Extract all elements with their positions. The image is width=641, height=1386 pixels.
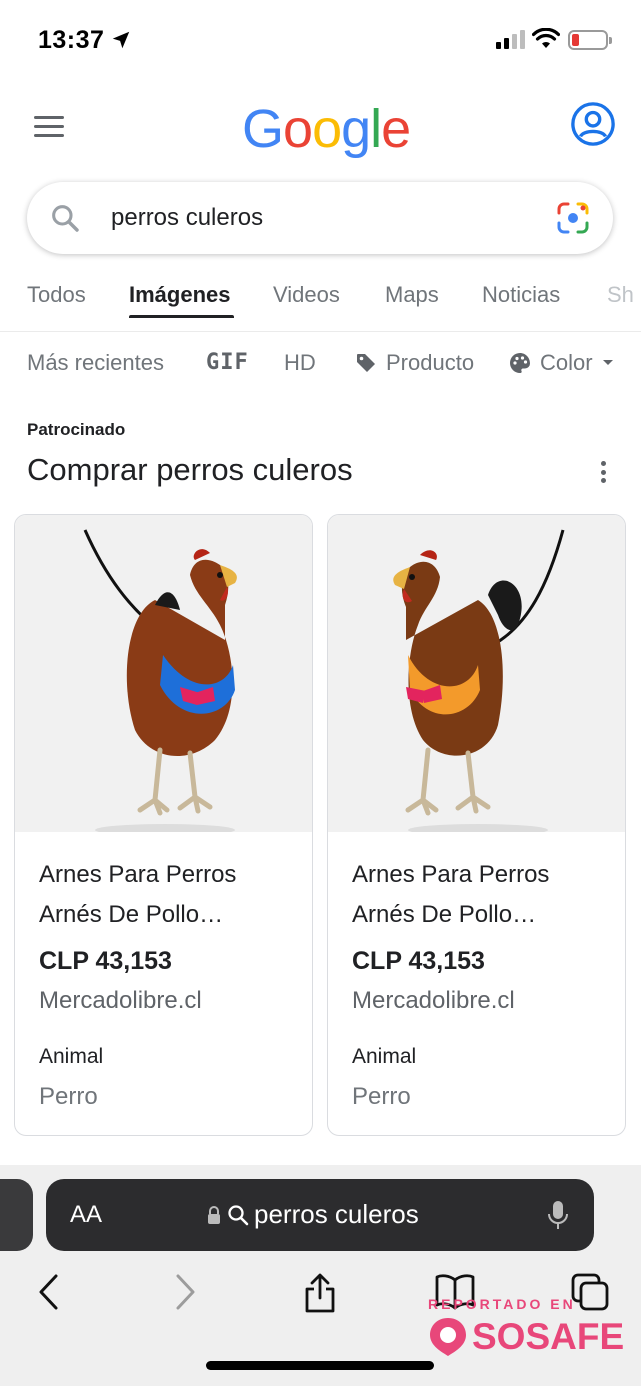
- hamburger-menu-icon[interactable]: [34, 116, 64, 138]
- back-icon[interactable]: [36, 1272, 60, 1312]
- wifi-icon: [532, 28, 560, 48]
- active-tab-indicator: [129, 315, 234, 318]
- chevron-down-icon: [602, 360, 613, 365]
- product-title: Arnes Para Perros Arnés De Pollo…: [352, 861, 550, 928]
- product-image: [15, 515, 312, 832]
- product-store: Mercadolibre.cl: [39, 987, 202, 1014]
- cellular-signal-icon: [496, 30, 525, 49]
- logo-letter: o: [312, 99, 342, 159]
- product-attr-label: Animal: [39, 1045, 104, 1068]
- product-attr-value: Perro: [352, 1083, 411, 1110]
- logo-letter: o: [283, 99, 313, 159]
- more-options-icon[interactable]: [596, 458, 610, 486]
- product-title: Arnes Para Perros Arnés De Pollo…: [39, 861, 237, 928]
- tab-shopping[interactable]: Sh: [607, 282, 634, 308]
- url-text: perros culeros: [254, 1199, 419, 1229]
- product-attr-label: Animal: [352, 1045, 417, 1068]
- filter-gif[interactable]: GIF: [206, 350, 249, 375]
- palette-icon: [510, 353, 530, 373]
- home-indicator[interactable]: [206, 1361, 434, 1370]
- sponsored-label: Patrocinado: [27, 420, 126, 439]
- location-pin-icon: [430, 1318, 466, 1356]
- account-icon[interactable]: [570, 101, 616, 147]
- filter-recent[interactable]: Más recientes: [27, 350, 164, 376]
- search-icon: [228, 1204, 249, 1225]
- location-arrow-icon: [112, 31, 130, 49]
- sosafe-watermark: REPORTADO EN SOSAFE: [428, 1296, 628, 1358]
- tag-icon: [357, 354, 375, 372]
- battery-icon: [568, 30, 612, 50]
- filter-hd-label: HD: [284, 350, 316, 375]
- search-tabs: Todos Imágenes Videos Maps Noticias Sh: [0, 270, 641, 332]
- product-store: Mercadolibre.cl: [352, 987, 515, 1014]
- status-bar: 13:37: [0, 0, 641, 80]
- product-card[interactable]: Arnes Para Perros Arnés De Pollo… CLP 43…: [327, 514, 626, 1136]
- watermark-top-text: REPORTADO EN: [428, 1296, 576, 1312]
- filter-product[interactable]: Producto: [354, 350, 474, 376]
- product-card[interactable]: Arnes Para Perros Arnés De Pollo… CLP 43…: [14, 514, 313, 1136]
- watermark-brand: SOSAFE: [472, 1316, 625, 1357]
- tab-imagenes[interactable]: Imágenes: [129, 282, 231, 308]
- search-icon: [52, 205, 79, 232]
- rooster-harness-image: [83, 529, 237, 832]
- tab-noticias[interactable]: Noticias: [482, 282, 560, 308]
- logo-letter: G: [242, 99, 284, 159]
- filter-chips: Más recientes GIF HD Producto Color: [0, 340, 641, 390]
- filter-color-label: Color: [540, 350, 593, 375]
- tab-videos[interactable]: Videos: [273, 282, 340, 308]
- tab-maps[interactable]: Maps: [385, 282, 439, 308]
- lock-icon: [208, 1205, 220, 1224]
- aa-label: AA: [70, 1201, 103, 1228]
- status-time: 13:37: [38, 26, 105, 54]
- logo-letter: e: [381, 99, 411, 159]
- previous-tab-preview[interactable]: [0, 1179, 33, 1251]
- tab-todos[interactable]: Todos: [27, 282, 86, 308]
- search-box[interactable]: [27, 182, 613, 254]
- product-image: [328, 515, 625, 832]
- url-display: perros culeros: [206, 1199, 419, 1230]
- product-attr-value: Perro: [39, 1083, 98, 1110]
- address-bar[interactable]: AA perros culeros: [46, 1179, 594, 1251]
- microphone-icon[interactable]: [546, 1199, 570, 1231]
- google-logo[interactable]: Google: [242, 98, 411, 160]
- filter-recent-label: Más recientes: [27, 350, 164, 375]
- rooster-harness-image: [393, 529, 565, 832]
- share-icon[interactable]: [302, 1272, 338, 1314]
- google-lens-icon[interactable]: [555, 200, 591, 236]
- section-title: Comprar perros culeros: [27, 452, 353, 487]
- product-price: CLP 43,153: [39, 947, 172, 975]
- filter-hd[interactable]: HD: [284, 350, 316, 376]
- filter-product-label: Producto: [386, 350, 475, 375]
- filter-gif-label: GIF: [206, 350, 249, 375]
- logo-letter: l: [370, 99, 382, 159]
- search-input[interactable]: [111, 200, 541, 236]
- logo-letter: g: [341, 99, 371, 159]
- reader-aa-button[interactable]: AA: [70, 1201, 102, 1229]
- forward-icon[interactable]: [174, 1272, 198, 1312]
- product-price: CLP 43,153: [352, 947, 485, 975]
- filter-color[interactable]: Color: [508, 350, 615, 376]
